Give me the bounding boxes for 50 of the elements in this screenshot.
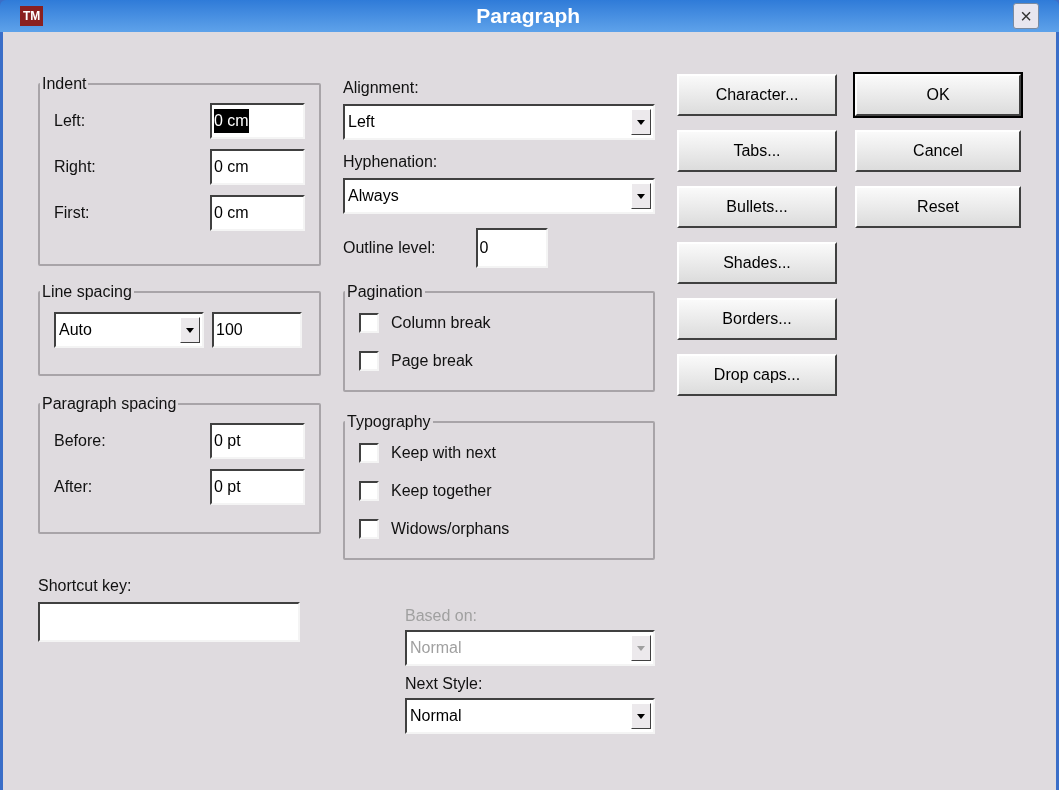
checkbox[interactable] — [359, 443, 379, 463]
dialog-button[interactable]: OK — [855, 74, 1021, 116]
checkbox-label: Keep together — [391, 481, 492, 501]
field-label: Outline level: — [343, 238, 436, 258]
group-title: Indent — [41, 74, 88, 94]
group-title: Paragraph spacing — [41, 394, 178, 414]
checkbox-label: Widows/orphans — [391, 519, 510, 539]
field-label: Right: — [54, 157, 96, 177]
group-title: Typography — [346, 412, 432, 432]
dialog-button[interactable]: Cancel — [855, 130, 1021, 172]
group-title: Line spacing — [41, 282, 133, 302]
text-field[interactable]: 0 pt — [210, 423, 305, 459]
checkbox[interactable] — [359, 351, 379, 371]
dialog-button[interactable]: Reset — [855, 186, 1021, 228]
text-field[interactable]: 0 — [475, 228, 548, 268]
text-field[interactable]: 0 cm — [210, 149, 305, 185]
field-label: After: — [54, 477, 93, 497]
field-label: Before: — [54, 431, 106, 451]
field-label: Alignment: — [343, 78, 420, 98]
text-field[interactable]: 0 cm — [210, 103, 305, 139]
dialog-button[interactable]: Shades... — [677, 242, 837, 284]
dialog-button[interactable]: Tabs... — [677, 130, 837, 172]
field-label: Next Style: — [405, 674, 484, 694]
field-label: Hyphenation: — [343, 152, 439, 172]
field-label: Left: — [54, 111, 86, 131]
checkbox-label: Page break — [391, 351, 473, 371]
checkbox[interactable] — [359, 313, 379, 333]
checkbox-label: Column break — [391, 313, 491, 333]
text-field[interactable]: 0 cm — [210, 195, 305, 231]
text-field[interactable]: 100 — [212, 312, 302, 348]
dropdown[interactable]: Auto — [54, 312, 204, 348]
group-title: Pagination — [346, 282, 424, 302]
dialog-button[interactable]: Character... — [677, 74, 837, 116]
window-title: Paragraph — [475, 3, 582, 30]
checkbox[interactable] — [359, 481, 379, 501]
checkbox[interactable] — [359, 519, 379, 539]
field-label: Shortcut key: — [38, 576, 133, 596]
close-button[interactable]: × — [1013, 3, 1039, 29]
field-label: First: — [54, 203, 90, 223]
shortcut-key-field[interactable] — [38, 602, 300, 642]
app-logo: TM — [20, 6, 44, 26]
dialog-button[interactable]: Borders... — [677, 298, 837, 340]
dialog-button[interactable]: Drop caps... — [677, 354, 837, 396]
checkbox-label: Keep with next — [391, 443, 496, 463]
field-label: Based on: — [405, 606, 479, 626]
dropdown[interactable]: Always — [343, 178, 655, 214]
text-field[interactable]: 0 pt — [210, 469, 305, 505]
dialog-button[interactable]: Bullets... — [677, 186, 837, 228]
dropdown[interactable]: Normal — [405, 698, 655, 734]
dropdown[interactable]: Left — [343, 104, 655, 140]
